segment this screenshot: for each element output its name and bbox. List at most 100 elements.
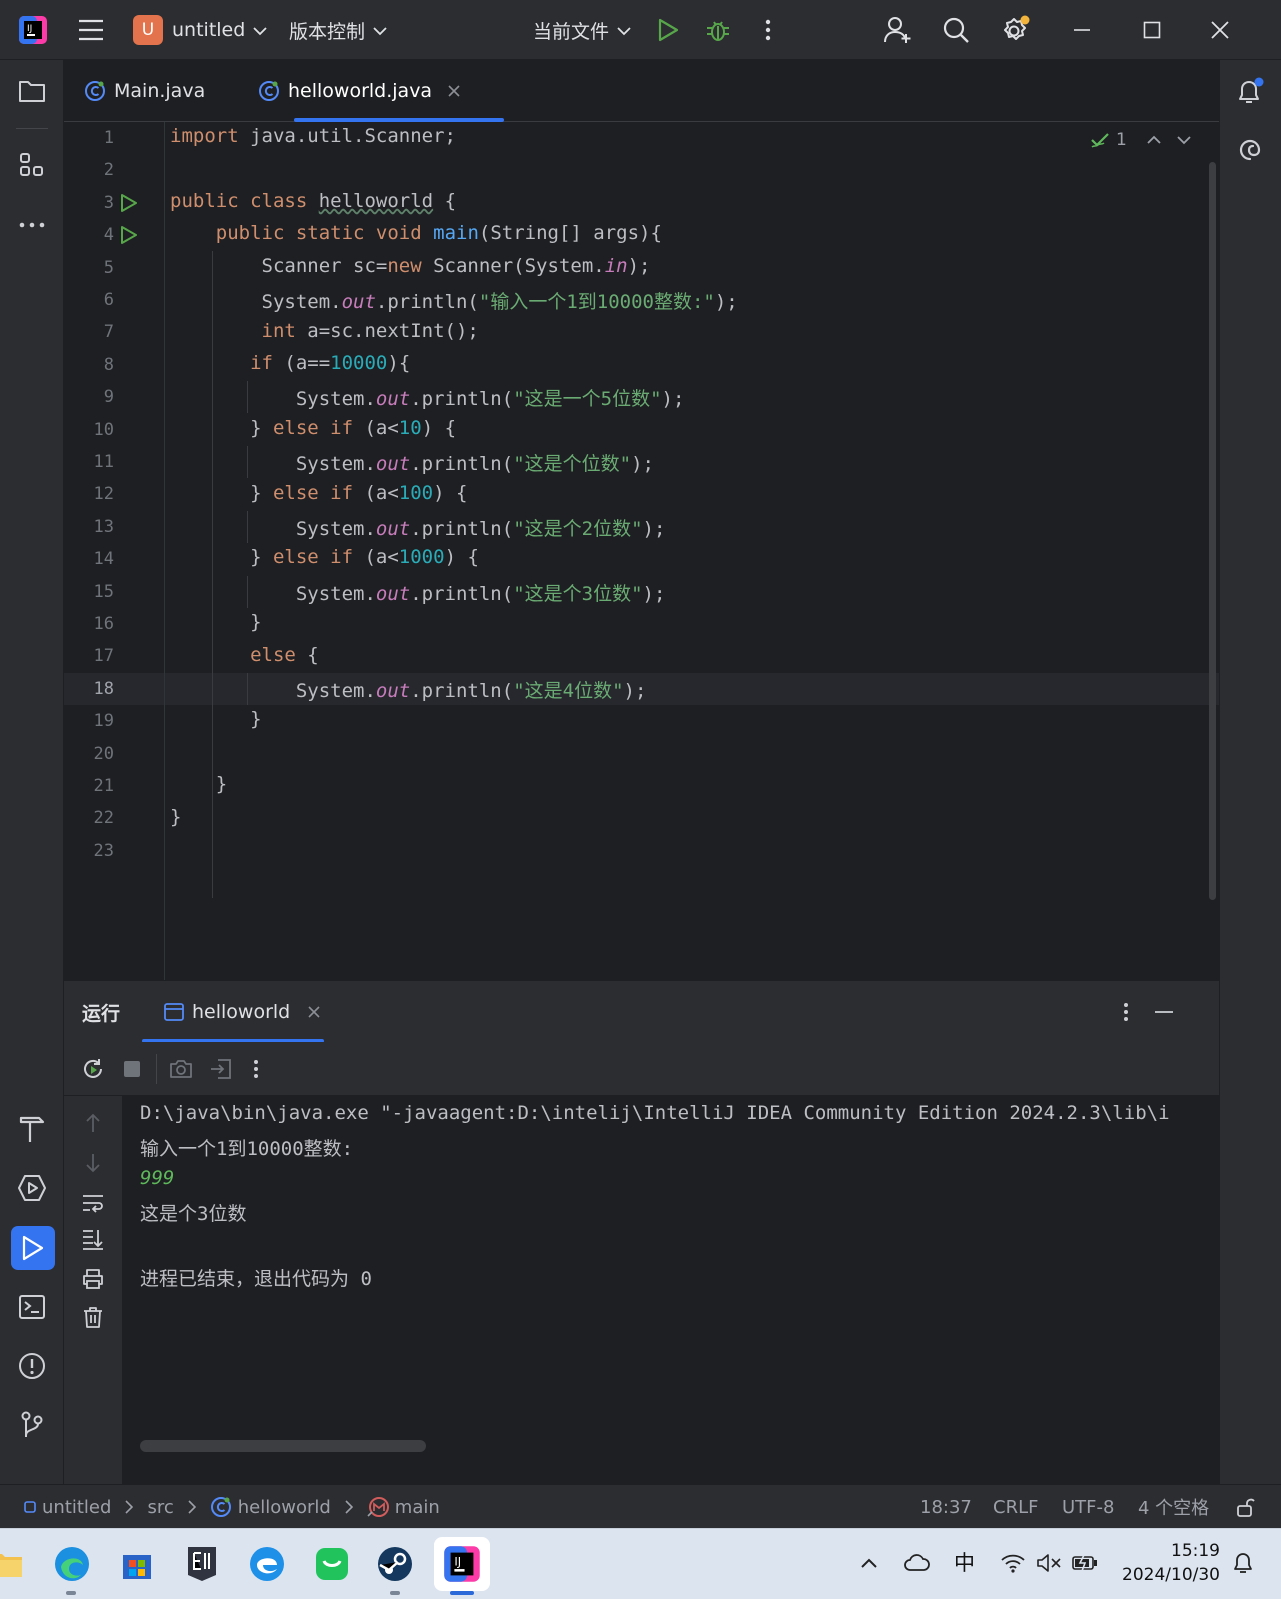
breadcrumb-src[interactable]: src: [147, 1497, 173, 1518]
line-number: 17: [93, 646, 114, 667]
stop-icon[interactable]: [120, 1057, 144, 1081]
tab-main-java[interactable]: Main.java: [84, 60, 205, 122]
line-number: 15: [93, 581, 114, 602]
line-number: 14: [93, 549, 114, 570]
close-tab-icon[interactable]: [448, 85, 460, 97]
vcs-label: 版本控制: [289, 20, 366, 43]
notification-bell-icon[interactable]: [1230, 1549, 1256, 1577]
scroll-to-end-icon[interactable]: [80, 1226, 106, 1252]
camera-icon[interactable]: [168, 1056, 194, 1082]
chevron-down-icon[interactable]: [1177, 135, 1191, 145]
more-actions-icon[interactable]: [758, 0, 778, 60]
trash-icon[interactable]: [80, 1304, 106, 1330]
editor-scrollbar[interactable]: [1209, 162, 1216, 900]
code-editor[interactable]: 1 2 3 4 5 6 7 8 9 10 11 12 13 14 15 16 17 18 19 20 21 22 23 im…: [64, 122, 1219, 980]
clock[interactable]: 15:19 2024/10/30: [1112, 1539, 1220, 1587]
debug-icon[interactable]: [703, 0, 733, 60]
console-side-toolbar: [64, 1096, 122, 1484]
intellij-taskbar-icon[interactable]: IJ: [434, 1537, 490, 1591]
run-gutter-icon[interactable]: [118, 222, 140, 248]
code-line: }: [170, 708, 262, 730]
run-panel-title: 运行: [82, 1002, 121, 1025]
microsoft-store-icon[interactable]: [112, 1539, 162, 1589]
vcs-menu[interactable]: 版本控制: [289, 0, 387, 60]
battery-charging-icon[interactable]: [1070, 1551, 1100, 1575]
line-ending[interactable]: CRLF: [993, 1485, 1038, 1529]
console-line: 进程已结束，退出代码为 0: [140, 1268, 372, 1290]
console-horizontal-scrollbar[interactable]: [140, 1440, 426, 1452]
intellij-logo-icon[interactable]: IJ: [18, 0, 48, 60]
lock-icon[interactable]: [1236, 1485, 1256, 1529]
notifications-bell-icon[interactable]: [1234, 76, 1266, 108]
structure-icon[interactable]: [17, 150, 47, 180]
run-gutter-icon[interactable]: [118, 190, 140, 216]
terminal-icon[interactable]: [17, 1292, 47, 1322]
minimize-icon[interactable]: [1070, 0, 1094, 60]
line-number: 19: [93, 711, 114, 732]
breadcrumb-project[interactable]: untitled: [42, 1497, 111, 1518]
line-number: 7: [103, 322, 114, 343]
caret-position[interactable]: 18:37: [920, 1485, 972, 1529]
steam-icon[interactable]: [370, 1539, 420, 1589]
ime-indicator[interactable]: 中: [954, 1547, 975, 1577]
edge-legacy-icon[interactable]: [242, 1539, 292, 1589]
maximize-icon[interactable]: [1140, 0, 1164, 60]
breadcrumb-class[interactable]: helloworld: [238, 1497, 331, 1518]
soft-wrap-icon[interactable]: [80, 1190, 106, 1216]
chevron-right-icon: [125, 1500, 134, 1514]
epic-games-icon[interactable]: [177, 1539, 227, 1589]
more-actions-icon[interactable]: [248, 1056, 264, 1082]
rerun-icon[interactable]: [80, 1056, 106, 1082]
project-widget[interactable]: U untitled: [133, 0, 267, 60]
restore-layout-icon[interactable]: [208, 1056, 234, 1082]
show-hidden-icons-chevron-up-icon[interactable]: [858, 1551, 880, 1575]
code-line: System.out.println("输入一个1到10000整数:");: [170, 291, 738, 313]
settings-gear-icon[interactable]: [998, 0, 1032, 60]
print-icon[interactable]: [80, 1266, 106, 1292]
onedrive-cloud-icon[interactable]: [902, 1551, 932, 1575]
add-user-icon[interactable]: [882, 0, 914, 60]
arrow-up-icon[interactable]: [80, 1110, 106, 1136]
run-config-selector[interactable]: 当前文件: [533, 0, 631, 60]
windows-taskbar: IJ 中 15:19 2024/10/30: [0, 1528, 1281, 1599]
run-tool-icon[interactable]: [11, 1226, 55, 1270]
problems-icon[interactable]: [17, 1351, 47, 1381]
line-number: 4: [103, 225, 114, 246]
indent-setting[interactable]: 4 个空格: [1138, 1485, 1209, 1529]
inspection-widget[interactable]: 1: [1090, 130, 1191, 150]
line-number: 16: [93, 614, 114, 634]
search-icon[interactable]: [940, 0, 972, 60]
file-explorer-icon[interactable]: [0, 1539, 26, 1589]
gutter-divider: [164, 122, 165, 980]
edge-browser-icon[interactable]: [47, 1539, 97, 1589]
wifi-icon[interactable]: [998, 1551, 1028, 1575]
services-icon[interactable]: [17, 1173, 47, 1203]
tab-helloworld-java[interactable]: helloworld.java: [258, 60, 460, 122]
volume-muted-icon[interactable]: [1034, 1551, 1064, 1575]
close-window-icon[interactable]: [1208, 0, 1232, 60]
clock-date: 2024/10/30: [1122, 1565, 1220, 1585]
breadcrumb-method[interactable]: main: [395, 1497, 440, 1518]
java-class-icon: [84, 80, 106, 102]
more-options-icon[interactable]: [1118, 999, 1134, 1025]
chevron-up-icon[interactable]: [1147, 135, 1161, 145]
build-hammer-icon[interactable]: [17, 1114, 47, 1144]
run-icon[interactable]: [654, 0, 682, 60]
console-window-icon: [164, 1003, 184, 1021]
file-encoding[interactable]: UTF-8: [1062, 1485, 1114, 1529]
ai-assistant-spiral-icon[interactable]: [1234, 134, 1266, 166]
java-class-icon: [258, 80, 280, 102]
code-line: } else if (a<10) {: [170, 417, 457, 439]
more-tools-icon[interactable]: [17, 210, 47, 240]
run-panel-header: 运行 helloworld: [64, 980, 1219, 1043]
console-output[interactable]: D:\java\bin\java.exe "-javaagent:D:\inte…: [122, 1096, 1219, 1484]
git-branch-icon[interactable]: [17, 1410, 47, 1440]
project-folder-icon[interactable]: [17, 76, 47, 106]
shopping-bag-app-icon[interactable]: [307, 1539, 357, 1589]
arrow-down-icon[interactable]: [80, 1150, 106, 1176]
code-line: public static void main(String[] args){: [215, 222, 662, 244]
hide-panel-icon[interactable]: [1152, 999, 1176, 1025]
run-tab-helloworld[interactable]: helloworld: [164, 981, 320, 1043]
close-tab-icon[interactable]: [308, 1006, 320, 1018]
main-menu-icon[interactable]: [76, 0, 106, 60]
